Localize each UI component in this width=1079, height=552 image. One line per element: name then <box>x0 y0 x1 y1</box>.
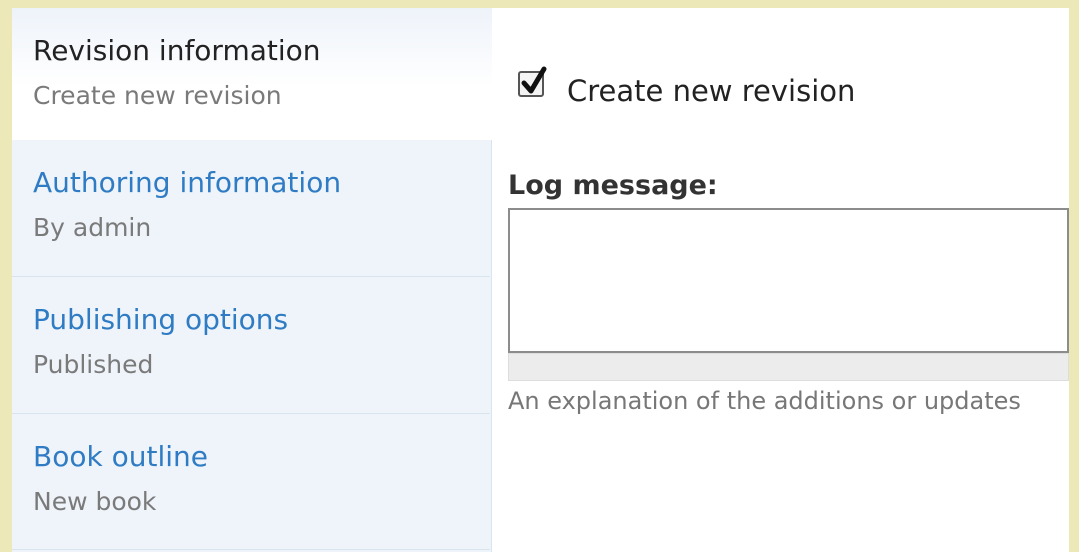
create-new-revision-checkbox[interactable] <box>518 66 547 97</box>
tab-title: Authoring information <box>33 166 342 199</box>
log-message-description: An explanation of the additions or updat… <box>508 387 1021 415</box>
vertical-tabs-list: Revision information Create new revision… <box>12 8 492 552</box>
textarea-resize-grip[interactable] <box>508 353 1069 381</box>
tab-revision-information[interactable]: Revision information Create new revision <box>12 8 492 140</box>
revision-information-pane: Create new revision Log message: An expl… <box>491 8 1069 552</box>
log-message-label: Log message: <box>508 170 718 201</box>
tab-summary: New book <box>33 487 157 516</box>
checkmark-icon <box>521 66 547 94</box>
tab-publishing-options[interactable]: Publishing options Published <box>12 277 490 414</box>
tab-summary: By admin <box>33 213 152 242</box>
tab-title: Revision information <box>33 34 321 67</box>
tab-authoring-information[interactable]: Authoring information By admin <box>12 140 490 277</box>
tab-title: Publishing options <box>33 303 289 336</box>
tab-book-outline[interactable]: Book outline New book <box>12 414 490 550</box>
log-message-textarea[interactable] <box>508 208 1069 353</box>
tab-summary: Create new revision <box>33 81 282 110</box>
create-revision-row: Create new revision <box>518 66 855 108</box>
tab-summary: Published <box>33 350 154 379</box>
create-new-revision-label[interactable]: Create new revision <box>567 74 855 108</box>
tab-title: Book outline <box>33 440 208 473</box>
